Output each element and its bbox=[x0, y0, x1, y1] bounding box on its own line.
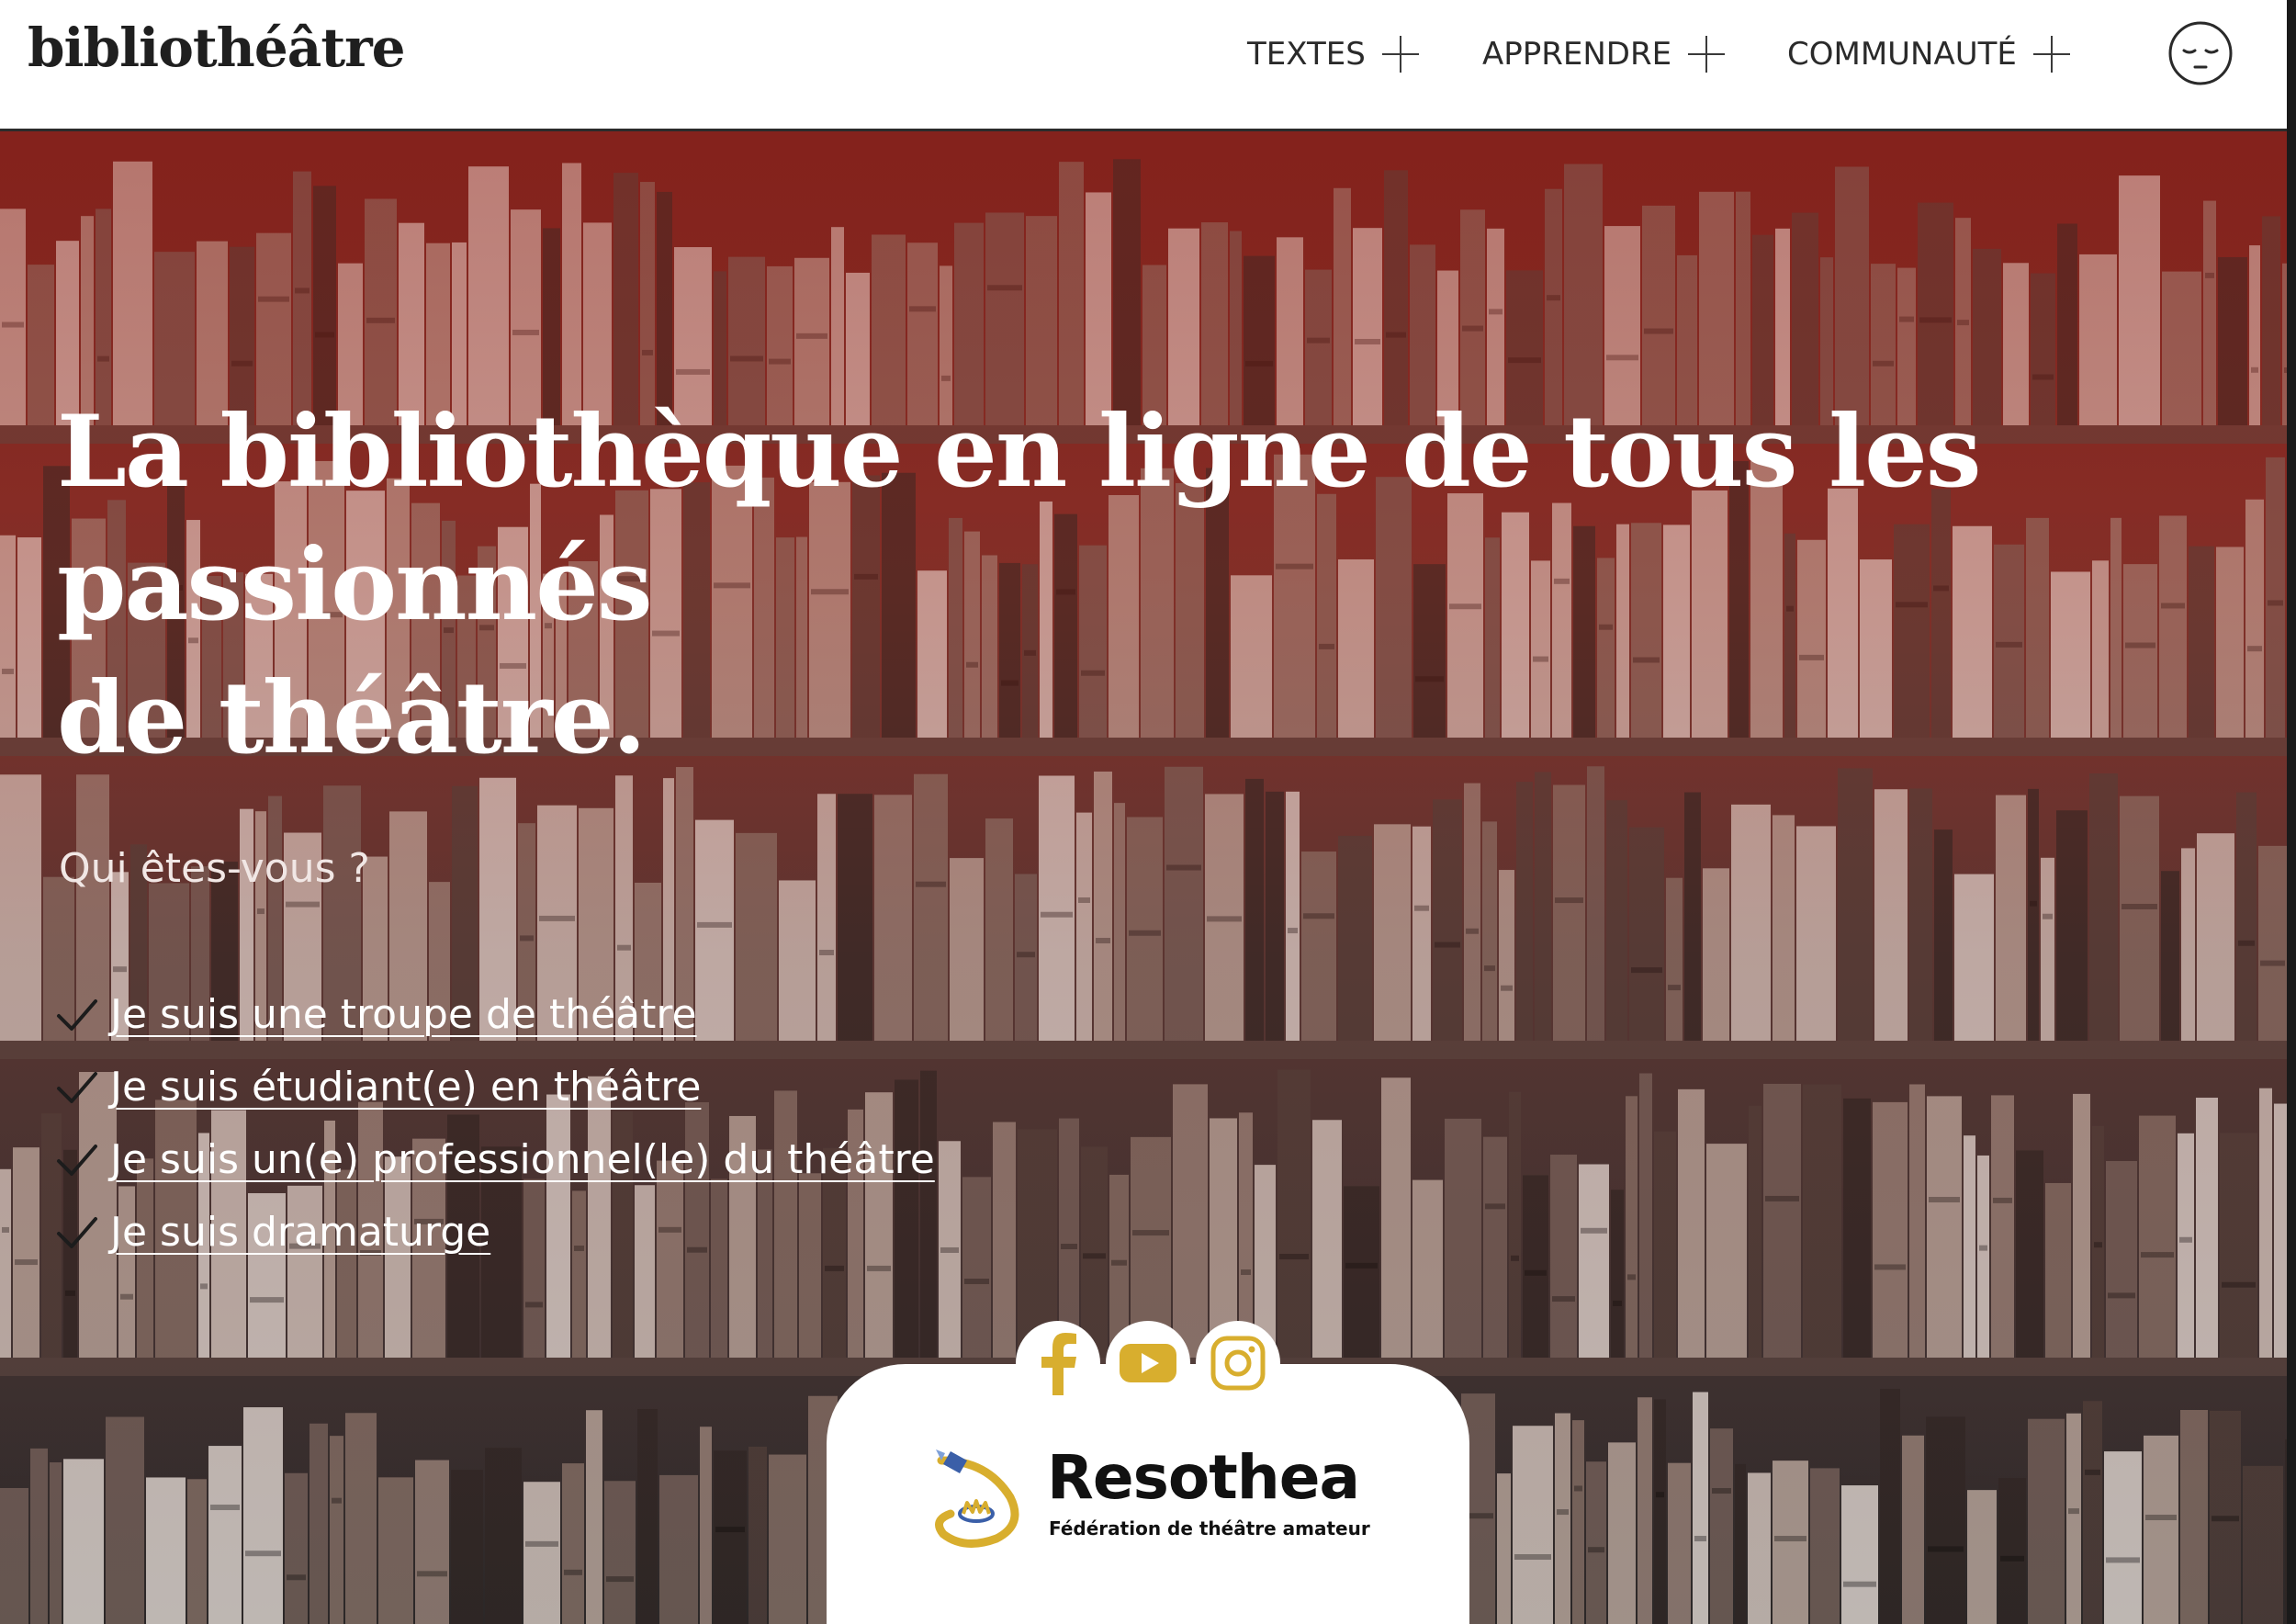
choice-link[interactable]: Je suis étudiant(e) en théâtre bbox=[110, 1064, 701, 1111]
nav-item-label: COMMUNAUTÉ bbox=[1787, 36, 2017, 73]
choice-link[interactable]: Je suis dramaturge bbox=[110, 1209, 490, 1256]
facebook-link[interactable] bbox=[1016, 1321, 1100, 1405]
audience-choice-list: Je suis une troupe de théâtre Je suis ét… bbox=[55, 978, 935, 1269]
site-header: bibliothéâtre TEXTES APPRENDRE COMMUNAUT… bbox=[0, 0, 2287, 131]
youtube-icon bbox=[1120, 1344, 1176, 1382]
audience-question: Qui êtes-vous ? bbox=[59, 845, 370, 892]
resothea-emblem-icon bbox=[935, 1449, 1019, 1548]
hero-title-line-2: de théâtre. bbox=[57, 660, 647, 776]
hero-title-line-1: La bibliothèque en ligne de tous les pas… bbox=[57, 394, 1982, 643]
plus-icon bbox=[2032, 34, 2072, 74]
nav-item-label: TEXTES bbox=[1247, 36, 1366, 73]
partner-name[interactable]: Resothea bbox=[1047, 1442, 1360, 1513]
hero-title: La bibliothèque en ligne de tous les pas… bbox=[57, 386, 2261, 785]
instagram-icon bbox=[1210, 1336, 1266, 1391]
choice-link[interactable]: Je suis une troupe de théâtre bbox=[110, 991, 697, 1038]
checkmark-icon bbox=[57, 1071, 97, 1103]
site-logo[interactable]: bibliothéâtre bbox=[28, 17, 406, 79]
youtube-link[interactable] bbox=[1106, 1321, 1190, 1405]
nav-item-communaute[interactable]: COMMUNAUTÉ bbox=[1787, 33, 2072, 75]
checkmark-icon bbox=[57, 1216, 97, 1248]
choice-professionnel[interactable]: Je suis un(e) professionnel(le) du théât… bbox=[55, 1123, 935, 1196]
choice-troupe[interactable]: Je suis une troupe de théâtre bbox=[55, 978, 935, 1051]
choice-link[interactable]: Je suis un(e) professionnel(le) du théât… bbox=[110, 1136, 935, 1183]
facebook-icon bbox=[1041, 1333, 1076, 1395]
plus-icon bbox=[1686, 34, 1727, 74]
page: bibliothéâtre TEXTES APPRENDRE COMMUNAUT… bbox=[0, 0, 2296, 1624]
instagram-link[interactable] bbox=[1196, 1321, 1280, 1405]
scrollbar-edge bbox=[2287, 0, 2296, 1624]
nav-item-apprendre[interactable]: APPRENDRE bbox=[1482, 33, 1727, 75]
choice-dramaturge[interactable]: Je suis dramaturge bbox=[55, 1196, 935, 1269]
plus-icon bbox=[1380, 34, 1421, 74]
user-account-icon[interactable] bbox=[2167, 20, 2234, 86]
partner-tagline: Fédération de théâtre amateur bbox=[1049, 1517, 1370, 1539]
checkmark-icon bbox=[57, 1144, 97, 1176]
nav-item-textes[interactable]: TEXTES bbox=[1247, 33, 1421, 75]
checkmark-icon bbox=[57, 998, 97, 1031]
choice-etudiant[interactable]: Je suis étudiant(e) en théâtre bbox=[55, 1051, 935, 1123]
nav-item-label: APPRENDRE bbox=[1482, 36, 1672, 73]
